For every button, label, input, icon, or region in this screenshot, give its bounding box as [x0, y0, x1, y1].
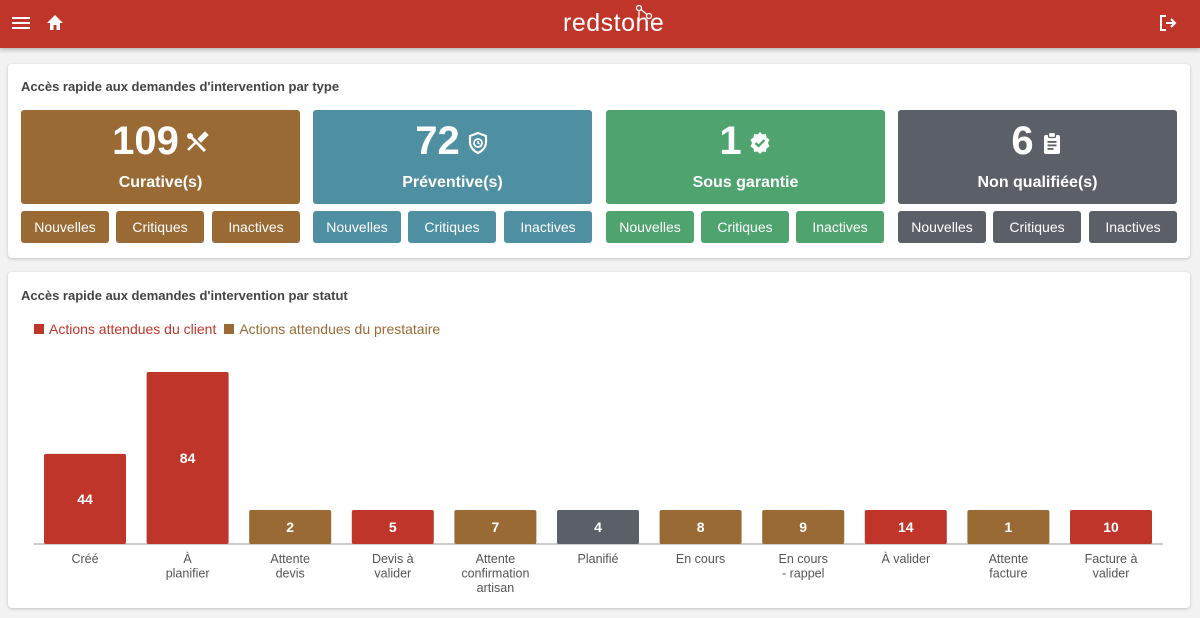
bar-value-label: 4 — [594, 519, 602, 535]
clipboard-icon — [1043, 131, 1060, 154]
x-tick-label: En cours — [676, 552, 725, 566]
x-tick-label: artisan — [477, 581, 515, 595]
x-tick-label: À valider — [881, 551, 930, 566]
tile-label: Sous garantie — [692, 174, 799, 191]
tile-curative[interactable]: 109 Curative(s) — [21, 110, 300, 204]
x-tick-label: Planifié — [578, 552, 619, 566]
tools-icon — [186, 131, 209, 153]
x-tick-label: planifier — [166, 567, 210, 581]
x-tick-label: valider — [1093, 567, 1130, 581]
bar-value-label: 84 — [180, 450, 196, 466]
x-tick-label: facture — [989, 567, 1027, 581]
curative-nouvelles-button[interactable]: Nouvelles — [21, 211, 109, 243]
bar-value-label: 9 — [799, 519, 807, 535]
warranty-nouvelles-button[interactable]: Nouvelles — [606, 211, 694, 243]
x-tick-label: À — [183, 551, 192, 566]
preventive-nouvelles-button[interactable]: Nouvelles — [313, 211, 401, 243]
redstone-logo: redstone — [563, 4, 673, 40]
bar-value-label: 2 — [286, 519, 294, 535]
type-section-title: Accès rapide aux demandes d'intervention… — [21, 79, 340, 94]
logo-molecule-mark — [635, 4, 653, 22]
bar-value-label: 7 — [492, 519, 500, 535]
x-tick-label: Attente — [989, 552, 1029, 566]
bar-value-label: 5 — [389, 519, 397, 535]
x-tick-label: Facture à — [1085, 552, 1138, 566]
warranty-critiques-button[interactable]: Critiques — [701, 211, 789, 243]
tile-unqualified[interactable]: 6 Non qualifiée(s) — [898, 110, 1177, 204]
x-tick-label: - rappel — [782, 567, 824, 581]
x-tick-label: Attente — [476, 552, 516, 566]
x-tick-label: Attente — [270, 552, 310, 566]
tile-warranty[interactable]: 1 Sous garantie — [606, 110, 885, 204]
tile-label: Curative(s) — [118, 174, 203, 191]
verified-badge-icon — [750, 132, 770, 154]
x-tick-label: valider — [374, 567, 411, 581]
x-tick-label: En cours — [779, 552, 828, 566]
top-bar: redstone — [0, 0, 1200, 48]
status-bar-chart: 44Créé84Àplanifier2Attentedevis5Devis àv… — [34, 372, 1163, 595]
tile-preventive[interactable]: 72 Préventive(s) — [313, 110, 592, 204]
curative-inactives-button[interactable]: Inactives — [212, 211, 300, 243]
tile-count: 6 — [1011, 119, 1034, 163]
unqualified-critiques-button[interactable]: Critiques — [993, 211, 1081, 243]
unqualified-inactives-button[interactable]: Inactives — [1089, 211, 1177, 243]
home-icon[interactable] — [45, 13, 65, 33]
bar-value-label: 10 — [1103, 519, 1119, 535]
tile-count: 109 — [112, 119, 179, 163]
bar-value-label: 8 — [697, 519, 705, 535]
bar-value-label: 14 — [898, 519, 914, 535]
menu-icon[interactable] — [12, 14, 30, 32]
bar-value-label: 44 — [77, 491, 93, 507]
shield-clock-icon — [468, 131, 487, 155]
preventive-inactives-button[interactable]: Inactives — [504, 211, 592, 243]
logout-icon[interactable] — [1158, 13, 1178, 33]
warranty-inactives-button[interactable]: Inactives — [796, 211, 884, 243]
unqualified-nouvelles-button[interactable]: Nouvelles — [898, 211, 986, 243]
preventive-critiques-button[interactable]: Critiques — [408, 211, 496, 243]
tile-label: Préventive(s) — [402, 174, 503, 191]
tile-label: Non qualifiée(s) — [977, 174, 1098, 191]
x-tick-label: devis — [276, 567, 305, 581]
bar-value-label: 1 — [1005, 519, 1013, 535]
curative-critiques-button[interactable]: Critiques — [116, 211, 204, 243]
tile-count: 1 — [719, 119, 742, 163]
x-tick-label: Devis à — [372, 552, 414, 566]
status-quick-access-card: Accès rapide aux demandes d'intervention… — [8, 272, 1190, 608]
x-tick-label: confirmation — [461, 567, 529, 581]
tile-count: 72 — [415, 119, 460, 163]
type-quick-access-card: Accès rapide aux demandes d'intervention… — [8, 64, 1190, 258]
x-tick-label: Créé — [71, 552, 98, 566]
